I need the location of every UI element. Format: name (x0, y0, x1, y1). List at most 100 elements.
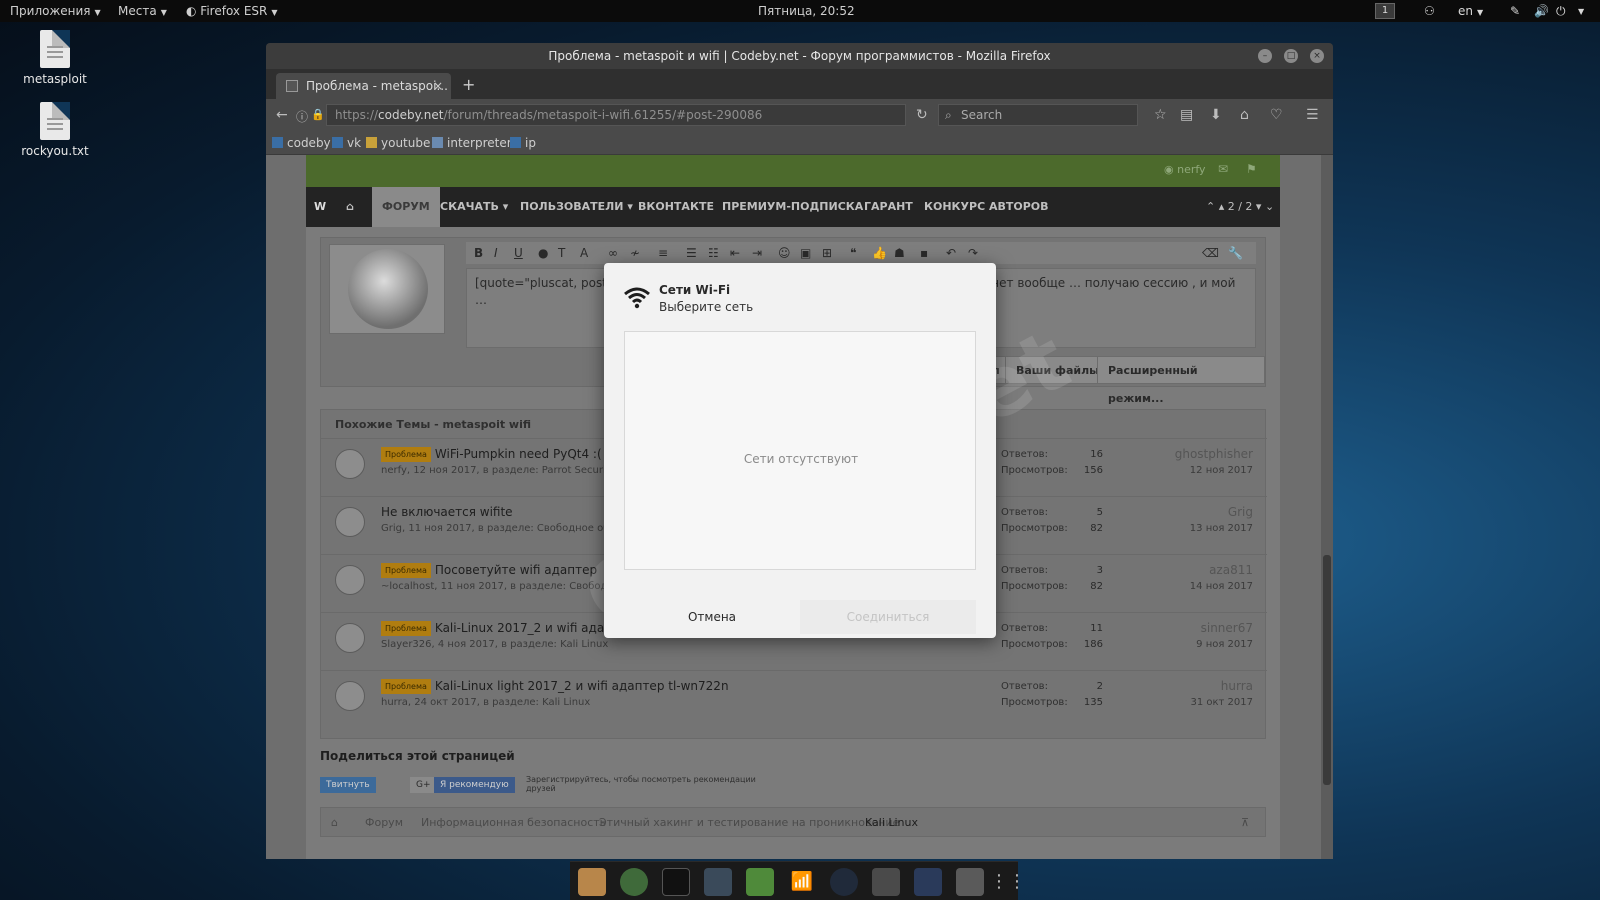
firefox-app-menu[interactable]: ◐ Firefox ESR ▼ (186, 4, 278, 18)
bookmark-interpreter[interactable]: interpreter (432, 136, 512, 150)
settings-app-icon[interactable] (956, 868, 984, 896)
workspace-indicator[interactable]: 1 (1375, 3, 1395, 19)
quote-icon[interactable]: ❝ (850, 246, 856, 260)
library-icon[interactable]: ▤ (1180, 107, 1193, 123)
menu-users[interactable]: ПОЛЬЗОВАТЕЛИ ▾ (520, 187, 633, 227)
chevron-down-icon[interactable]: ▼ (1578, 7, 1584, 16)
close-button[interactable]: × (1310, 49, 1324, 63)
hamburger-menu-icon[interactable]: ☰ (1306, 107, 1319, 123)
desktop-icon-metasploit[interactable]: metasploit (10, 30, 100, 86)
wrench-icon[interactable]: 🔧 (1228, 246, 1243, 260)
image-icon[interactable]: ▣ (800, 246, 811, 260)
menu-vkontakte[interactable]: ВКОНТАКТЕ (638, 187, 714, 227)
gplus-button[interactable]: G+ (410, 777, 437, 793)
align-icon[interactable]: ≡ (658, 246, 668, 260)
spoiler-icon[interactable]: ☗ (894, 246, 905, 260)
indent-icon[interactable]: ⇥ (752, 246, 762, 260)
tweet-button[interactable]: Твитнуть (320, 777, 376, 793)
sitemap-icon[interactable]: ⊼ (1241, 816, 1249, 829)
outdent-icon[interactable]: ⇤ (730, 246, 740, 260)
site-logo-icon[interactable]: W (314, 187, 326, 227)
font-size-icon[interactable]: T (558, 246, 565, 260)
avatar[interactable] (335, 449, 365, 479)
clock[interactable]: Пятница, 20:52 (758, 4, 855, 18)
italic-icon[interactable]: I (494, 246, 498, 260)
last-poster[interactable]: aza811 (1209, 563, 1253, 577)
bold-icon[interactable]: B (474, 246, 483, 260)
metasploit-app-icon[interactable] (830, 868, 858, 896)
home-icon[interactable]: ⌂ (346, 187, 354, 227)
advanced-mode-button[interactable]: Расширенный режим... (1097, 356, 1265, 405)
redo-icon[interactable]: ↷ (968, 246, 978, 260)
eraser-icon[interactable]: ⌫ (1202, 246, 1219, 260)
page-scrollbar[interactable] (1321, 155, 1333, 859)
bookmark-codeby[interactable]: codeby (272, 136, 331, 150)
search-input[interactable]: ⌕ Search (938, 104, 1138, 126)
table-row[interactable]: Проблема Kali-Linux light 2017_2 и wifi а… (321, 670, 1267, 728)
desktop-icon-rockyou[interactable]: rockyou.txt (10, 102, 100, 158)
like-icon[interactable]: 👍 (872, 246, 887, 260)
last-poster[interactable]: hurra (1221, 679, 1253, 693)
pager[interactable]: ⌃ ▴ 2 / 2 ▾ ⌄ (1206, 187, 1274, 227)
menu-premium[interactable]: ПРЕМИУМ-ПОДПИСКА (722, 187, 863, 227)
avatar[interactable] (335, 565, 365, 595)
last-poster[interactable]: sinner67 (1201, 621, 1253, 635)
link-icon[interactable]: ∞ (608, 246, 618, 260)
tab-close-icon[interactable]: × (433, 73, 443, 99)
url-bar[interactable]: https://codeby.net/forum/threads/metaspo… (326, 104, 906, 126)
breadcrumb-item[interactable]: Форум (365, 816, 403, 829)
last-poster[interactable]: Grig (1228, 505, 1253, 519)
last-poster[interactable]: ghostphisher (1175, 447, 1253, 461)
tab-active[interactable]: Проблема - metaspoi... × (276, 73, 451, 99)
font-family-icon[interactable]: A (580, 246, 588, 260)
leafpad-app-icon[interactable] (746, 868, 774, 896)
home-icon[interactable]: ⌂ (331, 816, 338, 829)
burpsuite-app-icon[interactable] (914, 868, 942, 896)
undo-icon[interactable]: ↶ (946, 246, 956, 260)
bullet-list-icon[interactable]: ☰ (686, 246, 697, 260)
breadcrumb-item[interactable]: Kali Linux (865, 816, 918, 829)
back-icon[interactable]: ← (276, 107, 288, 123)
applications-menu[interactable]: Приложения ▼ (10, 4, 101, 18)
fb-recommend-button[interactable]: Я рекомендую (434, 777, 515, 793)
users-icon[interactable]: ⚇ (1424, 4, 1435, 18)
numbered-list-icon[interactable]: ☷ (708, 246, 719, 260)
menu-authors-contest[interactable]: КОНКУРС АВТОРОВ (924, 187, 1049, 227)
pen-icon[interactable]: ✎ (1510, 4, 1520, 18)
breadcrumb-item[interactable]: Этичный хакинг и тестирование на проникн… (599, 816, 899, 829)
thread-title[interactable]: Не включается wifite (381, 505, 513, 519)
bookmark-star-icon[interactable]: ☆ (1154, 107, 1167, 123)
info-icon[interactable]: ⓘ (296, 108, 308, 125)
places-menu[interactable]: Места ▼ (118, 4, 167, 18)
firefox-app-icon[interactable] (578, 868, 606, 896)
wifi-app-icon[interactable]: 📶 (788, 868, 816, 896)
maltego-app-icon[interactable] (620, 868, 648, 896)
mail-icon[interactable]: ✉ (1218, 162, 1228, 176)
armitage-app-icon[interactable] (872, 868, 900, 896)
new-tab-button[interactable]: + (462, 75, 475, 94)
lock-icon[interactable]: 🔒 (311, 108, 325, 121)
network-list[interactable]: Сети отсутствуют (624, 331, 976, 570)
language-indicator[interactable]: en ▼ (1458, 4, 1483, 18)
power-icon[interactable]: ⏻ (1556, 4, 1566, 19)
menu-guarantee[interactable]: ГАРАНТ (864, 187, 913, 227)
bookmark-youtube[interactable]: youtube (366, 136, 430, 150)
volume-icon[interactable]: 🔊 (1534, 4, 1549, 18)
pocket-icon[interactable]: ♡ (1270, 107, 1283, 123)
media-icon[interactable]: ⊞ (822, 246, 832, 260)
bookmark-ip[interactable]: ip (510, 136, 536, 150)
files-app-icon[interactable] (704, 868, 732, 896)
color-icon[interactable]: ● (538, 246, 548, 260)
unlink-icon[interactable]: ≁ (630, 246, 640, 260)
minimize-button[interactable]: – (1258, 49, 1272, 63)
cancel-button[interactable]: Отмена (624, 600, 800, 634)
connect-button[interactable]: Соединиться (800, 600, 976, 634)
download-icon[interactable]: ⬇ (1210, 107, 1222, 123)
save-draft-icon[interactable]: ▪ (920, 246, 928, 260)
app-grid-icon[interactable]: ⋮⋮ (990, 868, 1026, 896)
bookmark-vk[interactable]: vk (332, 136, 361, 150)
breadcrumb-item[interactable]: Информационная безопасность (421, 816, 606, 829)
underline-icon[interactable]: U (514, 246, 523, 260)
menu-download[interactable]: СКАЧАТЬ ▾ (440, 187, 508, 227)
reload-icon[interactable]: ↻ (916, 107, 928, 123)
